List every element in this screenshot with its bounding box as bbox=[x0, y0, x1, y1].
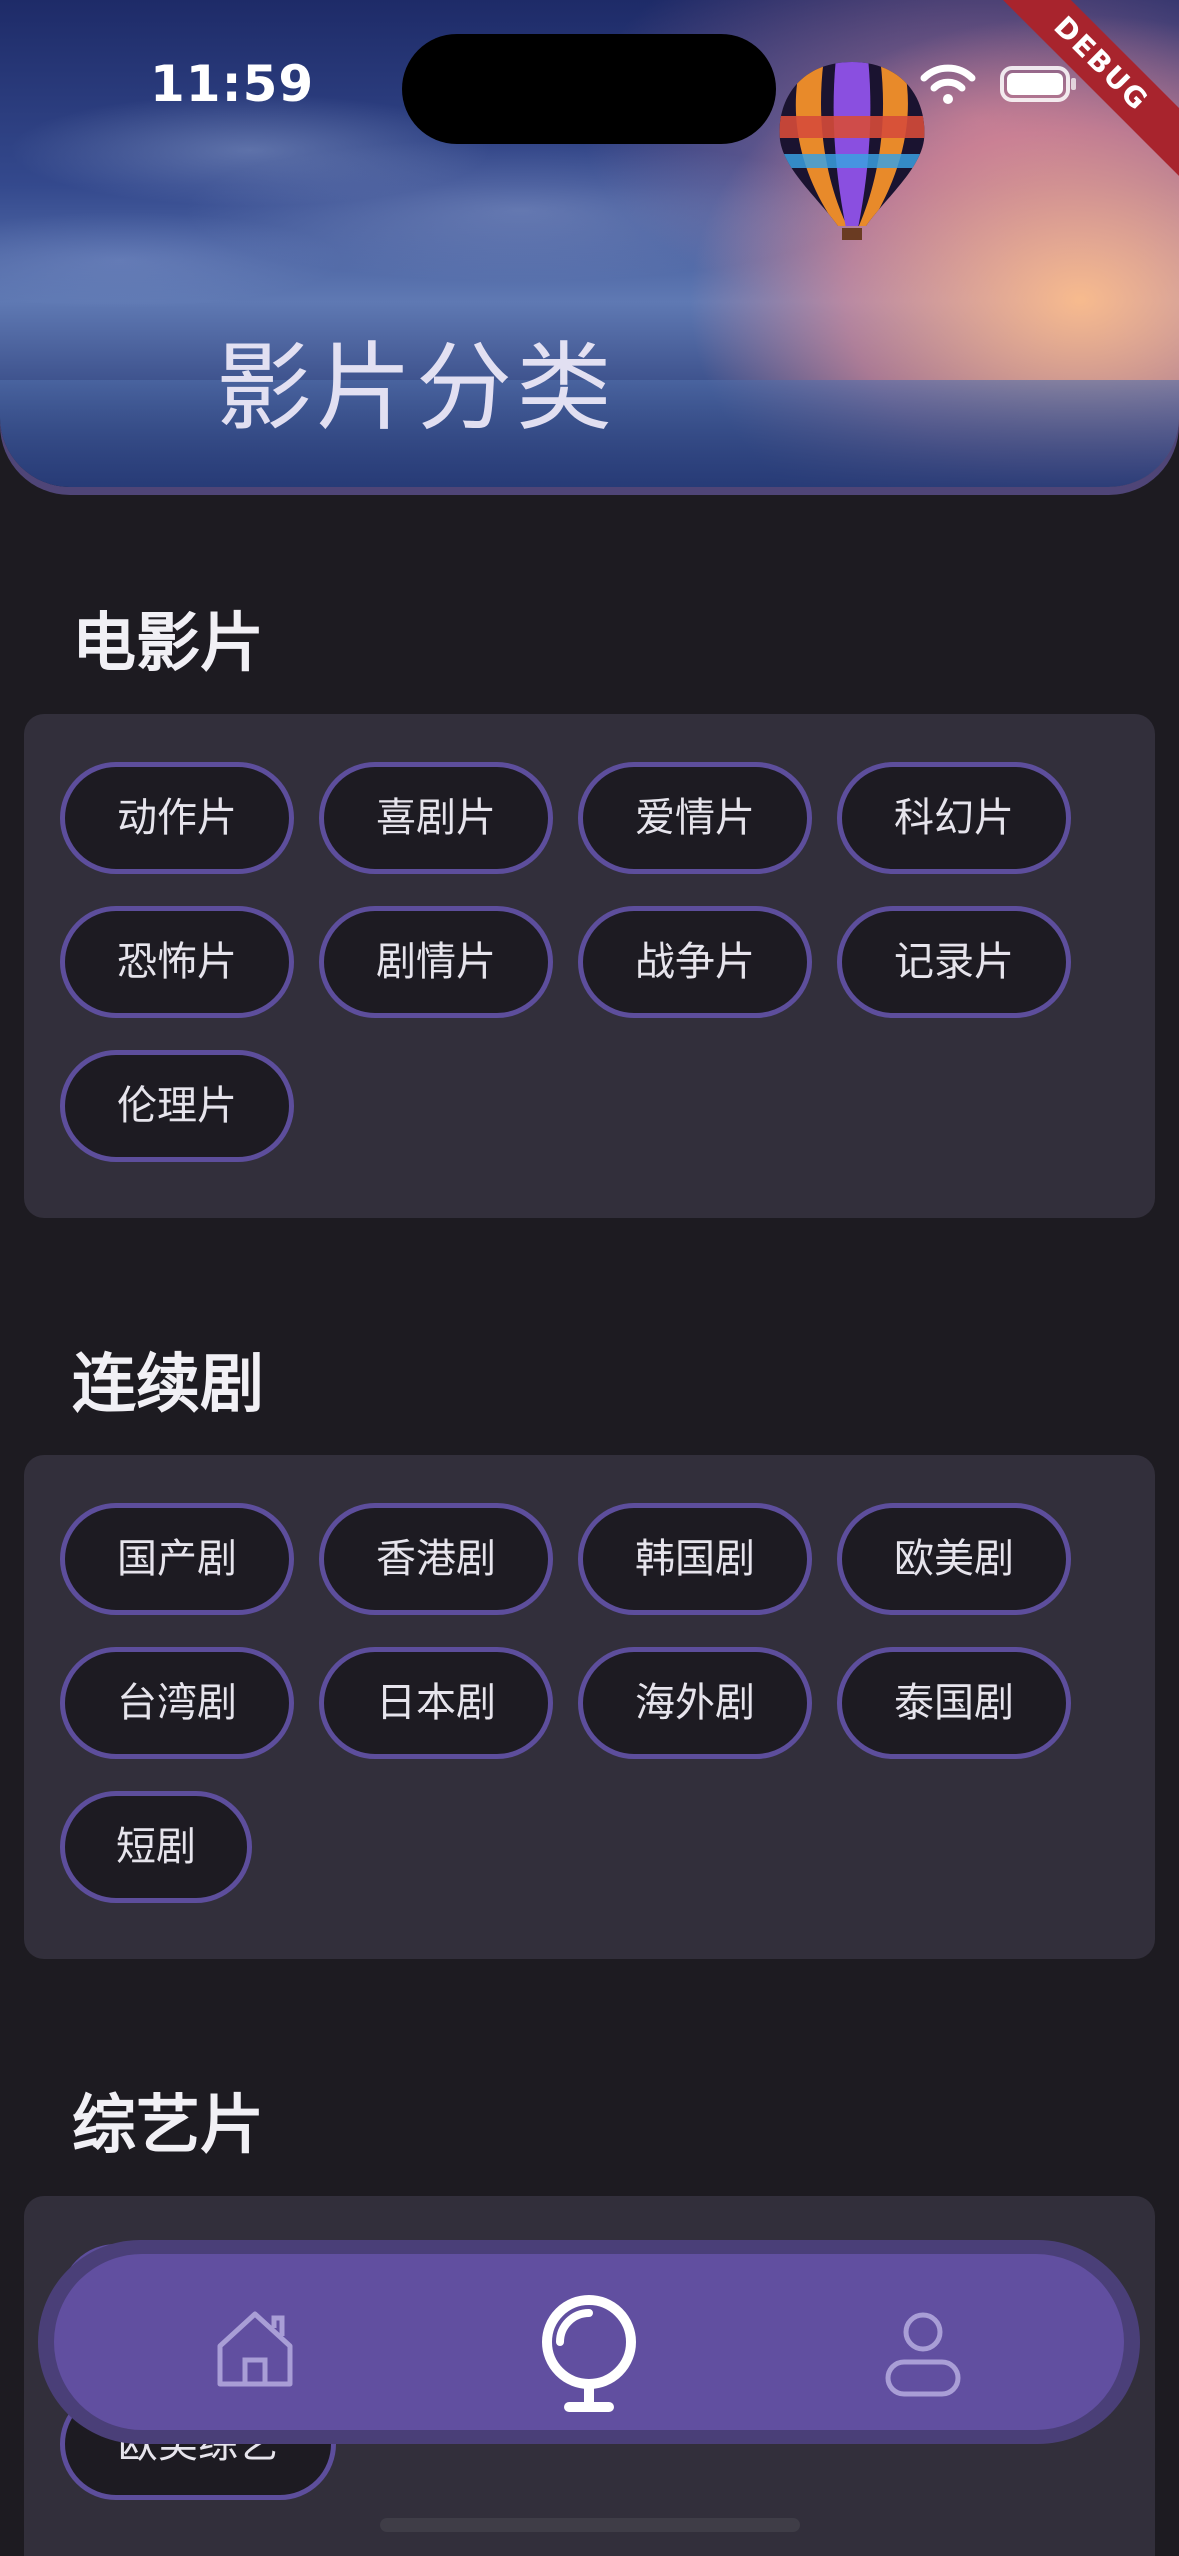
hot-air-balloon-image bbox=[779, 62, 925, 240]
chip-series-short[interactable]: 短剧 bbox=[60, 1791, 252, 1903]
section-title-series: 连续剧 bbox=[72, 1348, 264, 1422]
status-time: 11:59 bbox=[150, 55, 315, 113]
nav-discover-button[interactable] bbox=[524, 2280, 654, 2420]
chip-series-domestic[interactable]: 国产剧 bbox=[60, 1503, 294, 1615]
chip-movie-comedy[interactable]: 喜剧片 bbox=[319, 762, 553, 874]
chip-series-thai[interactable]: 泰国剧 bbox=[837, 1647, 1071, 1759]
section-title-movies: 电影片 bbox=[72, 607, 264, 681]
dynamic-island bbox=[402, 34, 776, 144]
chip-series-taiwan[interactable]: 台湾剧 bbox=[60, 1647, 294, 1759]
chip-movie-drama[interactable]: 剧情片 bbox=[319, 906, 553, 1018]
home-icon bbox=[217, 2311, 293, 2387]
chip-series-western[interactable]: 欧美剧 bbox=[837, 1503, 1071, 1615]
section-title-variety: 综艺片 bbox=[72, 2089, 264, 2163]
wifi-icon bbox=[920, 64, 976, 104]
chip-series-korean[interactable]: 韩国剧 bbox=[578, 1503, 812, 1615]
chip-movie-scifi[interactable]: 科幻片 bbox=[837, 762, 1071, 874]
chip-movie-ethics[interactable]: 伦理片 bbox=[60, 1050, 294, 1162]
page-title: 影片分类 bbox=[216, 332, 616, 444]
chip-series-hongkong[interactable]: 香港剧 bbox=[319, 1503, 553, 1615]
nav-home-button[interactable] bbox=[190, 2280, 320, 2420]
chip-movie-horror[interactable]: 恐怖片 bbox=[60, 906, 294, 1018]
chip-movie-romance[interactable]: 爱情片 bbox=[578, 762, 812, 874]
chip-movie-documentary[interactable]: 记录片 bbox=[837, 906, 1071, 1018]
chip-series-japanese[interactable]: 日本剧 bbox=[319, 1647, 553, 1759]
discover-icon bbox=[542, 2295, 636, 2412]
nav-profile-button[interactable] bbox=[858, 2280, 988, 2420]
chip-series-overseas[interactable]: 海外剧 bbox=[578, 1647, 812, 1759]
home-indicator bbox=[380, 2518, 800, 2532]
chip-movie-action[interactable]: 动作片 bbox=[60, 762, 294, 874]
battery-icon bbox=[1000, 66, 1076, 102]
profile-icon bbox=[885, 2312, 961, 2397]
chip-movie-war[interactable]: 战争片 bbox=[578, 906, 812, 1018]
